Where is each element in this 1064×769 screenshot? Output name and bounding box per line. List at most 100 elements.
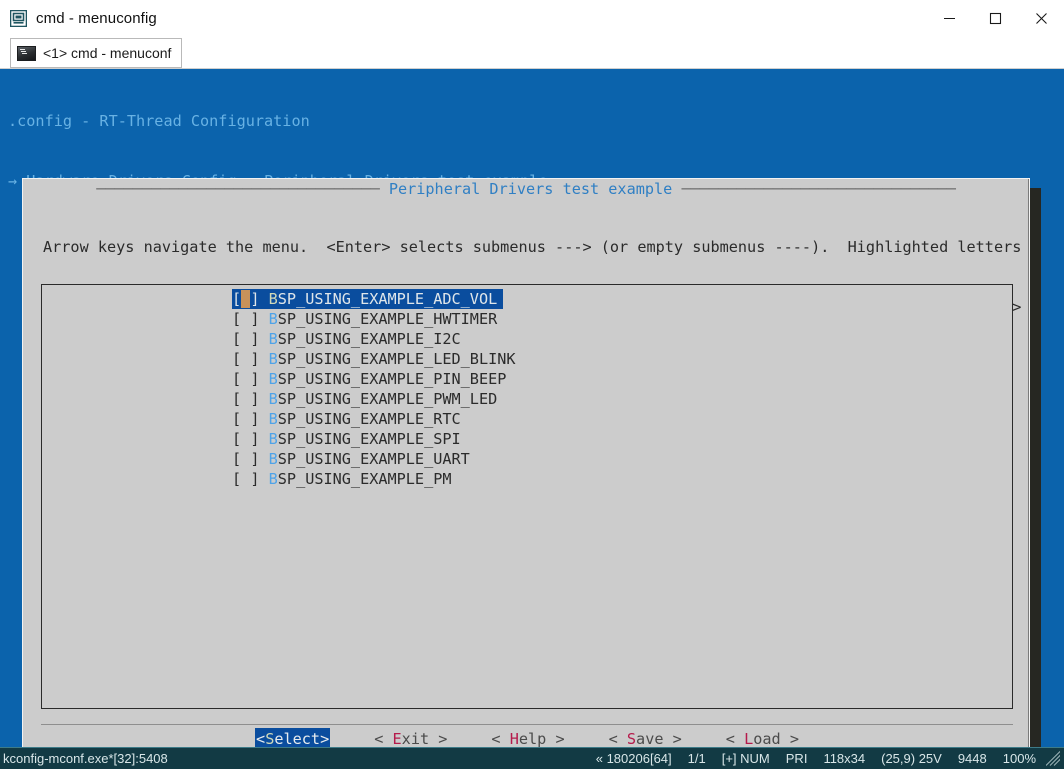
checkbox-open: [ <box>232 450 241 468</box>
item-label: SP_USING_EXAMPLE_HWTIMER <box>278 310 497 328</box>
item-label: SP_USING_EXAMPLE_I2C <box>278 330 461 348</box>
tab-bar: <1> cmd - menuconf ▼ 1 ▼ <box>0 36 1064 69</box>
item-hotkey: B <box>269 370 278 388</box>
config-item[interactable]: [ ] BSP_USING_EXAMPLE_PM <box>42 469 1012 489</box>
item-hotkey: B <box>269 330 278 348</box>
status-process: kconfig-mconf.exe*[32]:5408 <box>0 751 168 766</box>
button-hotkey: E <box>393 730 402 747</box>
dialog-button[interactable]: < Load > <box>726 730 799 747</box>
item-hotkey: B <box>269 430 278 448</box>
dialog-title-bar: ─────────────────────────────── Peripher… <box>23 179 1029 199</box>
window-controls <box>926 0 1064 36</box>
console-tab-icon <box>17 46 36 61</box>
button-bracket-right: > <box>546 730 564 747</box>
minimize-button[interactable] <box>926 0 972 36</box>
item-hotkey: B <box>269 350 278 368</box>
checkbox-open: [ <box>232 330 241 348</box>
item-gap <box>259 310 268 328</box>
item-hotkey: B <box>269 470 278 488</box>
button-label: ave <box>636 730 663 747</box>
config-title-line: .config - RT-Thread Configuration <box>8 111 977 131</box>
button-bracket-left: < <box>491 730 509 747</box>
item-label: SP_USING_EXAMPLE_PIN_BEEP <box>278 370 507 388</box>
close-button[interactable] <box>1018 0 1064 36</box>
button-bracket-left: < <box>374 730 392 747</box>
status-cell: 9448 <box>950 751 995 766</box>
checkbox-state <box>241 470 250 488</box>
config-listbox[interactable]: [ ] BSP_USING_EXAMPLE_ADC_VOL[ ] BSP_USI… <box>41 284 1013 709</box>
checkbox-state <box>241 290 250 308</box>
dialog-rule-left: ─────────────────────────────── <box>96 180 389 198</box>
help-line-1: Arrow keys navigate the menu. <Enter> se… <box>43 237 1021 257</box>
config-item[interactable]: [ ] BSP_USING_EXAMPLE_UART <box>42 449 1012 469</box>
status-cell: 118x34 <box>815 751 873 766</box>
menuconfig-dialog: ─────────────────────────────── Peripher… <box>22 178 1030 747</box>
item-hotkey: B <box>269 410 278 428</box>
config-item[interactable]: [ ] BSP_USING_EXAMPLE_RTC <box>42 409 1012 429</box>
checkbox-state <box>241 410 250 428</box>
checkbox-state <box>241 330 250 348</box>
item-label: SP_USING_EXAMPLE_RTC <box>278 410 461 428</box>
item-gap <box>259 450 268 468</box>
checkbox-state <box>241 310 250 328</box>
checkbox-open: [ <box>232 290 241 308</box>
button-bracket-left: < <box>726 730 744 747</box>
config-item[interactable]: [ ] BSP_USING_EXAMPLE_PIN_BEEP <box>42 369 1012 389</box>
item-label: SP_USING_EXAMPLE_LED_BLINK <box>278 350 516 368</box>
checkbox-open: [ <box>232 470 241 488</box>
status-cell: 100% <box>995 751 1044 766</box>
item-hotkey: B <box>269 390 278 408</box>
button-hotkey: L <box>744 730 753 747</box>
console-app-icon <box>9 9 27 27</box>
config-item[interactable]: [ ] BSP_USING_EXAMPLE_HWTIMER <box>42 309 1012 329</box>
config-item[interactable]: [ ] BSP_USING_EXAMPLE_ADC_VOL <box>232 289 503 309</box>
maximize-button[interactable] <box>972 0 1018 36</box>
config-item[interactable]: [ ] BSP_USING_EXAMPLE_I2C <box>42 329 1012 349</box>
item-gap <box>259 370 268 388</box>
button-label: elect <box>274 730 320 747</box>
checkbox-open: [ <box>232 390 241 408</box>
button-bracket-right: > <box>781 730 799 747</box>
config-item-list: [ ] BSP_USING_EXAMPLE_ADC_VOL[ ] BSP_USI… <box>42 289 1012 489</box>
button-hotkey: H <box>510 730 519 747</box>
dialog-button[interactable]: < Exit > <box>374 730 447 747</box>
button-bracket-right: > <box>429 730 447 747</box>
button-label: xit <box>402 730 429 747</box>
item-gap <box>259 330 268 348</box>
item-hotkey: B <box>269 310 278 328</box>
button-bracket-right: > <box>663 730 681 747</box>
config-item[interactable]: [ ] BSP_USING_EXAMPLE_LED_BLINK <box>42 349 1012 369</box>
checkbox-state <box>241 450 250 468</box>
item-label: SP_USING_EXAMPLE_PWM_LED <box>278 390 497 408</box>
dialog-button[interactable]: < Help > <box>491 730 564 747</box>
tab-label: <1> cmd - menuconf <box>43 45 171 61</box>
button-bracket-left: < <box>609 730 627 747</box>
status-cells: « 180206[64]1/1[+] NUMPRI118x34(25,9) 25… <box>588 751 1064 767</box>
dialog-button[interactable]: < Save > <box>609 730 682 747</box>
resize-grip-icon[interactable] <box>1046 751 1060 767</box>
button-label: oad <box>753 730 780 747</box>
status-cell: 1/1 <box>680 751 714 766</box>
checkbox-state <box>241 390 250 408</box>
item-gap <box>259 410 268 428</box>
item-label: SP_USING_EXAMPLE_SPI <box>278 430 461 448</box>
checkbox-open: [ <box>232 410 241 428</box>
dialog-button-bar: <Select>< Exit >< Help >< Save >< Load > <box>41 724 1013 747</box>
terminal-screen[interactable]: .config - RT-Thread Configuration → Hard… <box>0 69 1064 747</box>
status-cell: PRI <box>778 751 816 766</box>
checkbox-open: [ <box>232 370 241 388</box>
item-gap <box>259 390 268 408</box>
button-hotkey: S <box>627 730 636 747</box>
item-gap <box>259 290 268 308</box>
button-bracket-right: > <box>320 730 329 747</box>
config-item[interactable]: [ ] BSP_USING_EXAMPLE_PWM_LED <box>42 389 1012 409</box>
dialog-button[interactable]: <Select> <box>255 728 330 747</box>
config-item[interactable]: [ ] BSP_USING_EXAMPLE_SPI <box>42 429 1012 449</box>
status-cell: [+] NUM <box>714 751 778 766</box>
item-label: SP_USING_EXAMPLE_ADC_VOL <box>278 290 497 308</box>
checkbox-state <box>241 370 250 388</box>
item-hotkey: B <box>269 290 278 308</box>
window-title: cmd - menuconfig <box>36 10 157 27</box>
item-gap <box>259 430 268 448</box>
tab-cmd-menuconf[interactable]: <1> cmd - menuconf <box>10 38 182 68</box>
